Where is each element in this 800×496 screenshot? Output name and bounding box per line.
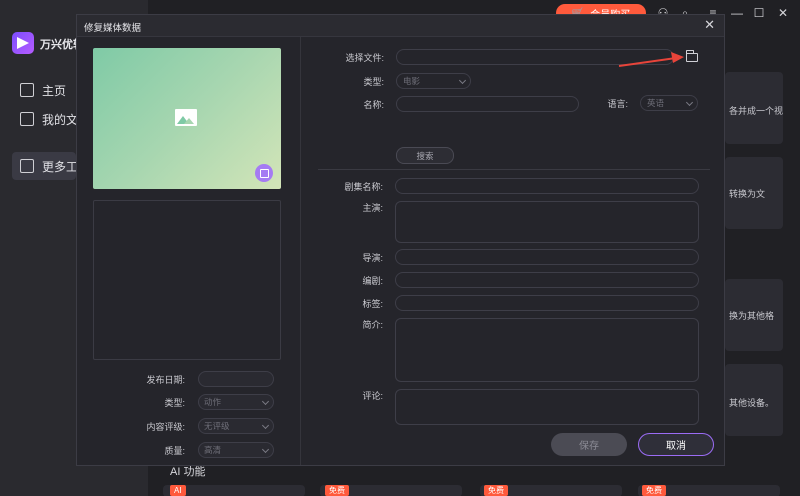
- language-select[interactable]: 英语: [640, 95, 698, 111]
- writer-row: 编剧:: [362, 272, 699, 288]
- name-input[interactable]: [396, 96, 579, 112]
- edit-cover-icon[interactable]: [255, 164, 273, 182]
- summary-row: 简介:: [362, 318, 699, 382]
- release-date-label: 发布日期:: [146, 374, 185, 385]
- tool-card-device[interactable]: 其他设备。: [725, 364, 783, 436]
- chevron-down-icon: [458, 76, 467, 85]
- free-badge: 免费: [642, 485, 666, 496]
- tool-card-convert-text[interactable]: 转换为文: [725, 157, 783, 229]
- episode-name-label: 剧集名称:: [344, 181, 383, 192]
- tool-card-convert-format[interactable]: 换为其他格: [725, 279, 783, 351]
- chevron-down-icon: [261, 421, 270, 430]
- director-input[interactable]: [395, 249, 699, 265]
- sidebar-item-label: 更多工: [42, 159, 76, 174]
- file-row: 选择文件:: [345, 49, 674, 65]
- divider: [318, 169, 710, 170]
- director-row: 导演:: [362, 249, 699, 265]
- summary-label: 简介:: [362, 320, 383, 330]
- tool-card-text: 换为其他格: [729, 311, 775, 321]
- tags-label: 标签:: [362, 298, 383, 309]
- language-label: 语言:: [607, 98, 628, 109]
- quality-label: 质量:: [164, 445, 185, 456]
- type-row: 类型: 动作: [164, 394, 274, 410]
- tool-card-text: 其他设备。: [729, 398, 775, 408]
- cast-label: 主演:: [362, 203, 383, 213]
- maximize-icon[interactable]: ☐: [752, 6, 766, 20]
- preview-box: [93, 200, 281, 360]
- chevron-down-icon: [685, 98, 694, 107]
- cancel-button[interactable]: 取消: [638, 433, 714, 456]
- sidebar-item-label: 主页: [42, 83, 67, 98]
- rating-select-value: 无评级: [204, 421, 230, 431]
- language-value: 英语: [647, 98, 665, 108]
- window-close-icon[interactable]: ✕: [776, 6, 790, 20]
- tags-row: 标签:: [362, 295, 699, 311]
- save-button[interactable]: 保存: [551, 433, 627, 456]
- sidebar-item-label: 我的文: [42, 112, 79, 127]
- app-name: 万兴优转: [40, 39, 76, 51]
- media-type-select[interactable]: 电影: [396, 73, 471, 89]
- comment-label: 评论:: [362, 391, 383, 401]
- episode-name-input[interactable]: [395, 178, 699, 194]
- metadata-form: 选择文件: 类型: 电影 名称: 语言: 英语 搜索 剧集名称: 主演: 导演:…: [302, 37, 724, 465]
- search-button[interactable]: 搜索: [396, 147, 454, 164]
- cover-thumbnail[interactable]: [93, 48, 281, 189]
- comment-textarea[interactable]: [395, 389, 699, 425]
- cast-textarea[interactable]: [395, 201, 699, 243]
- release-date-input[interactable]: [198, 371, 274, 387]
- app-logo-icon: [12, 32, 34, 54]
- free-badge: 免费: [325, 485, 349, 496]
- tags-input[interactable]: [395, 295, 699, 311]
- ai-badge: AI: [170, 485, 186, 496]
- chevron-down-icon: [261, 397, 270, 406]
- type-label: 类型:: [164, 397, 185, 408]
- type-select-value: 动作: [204, 397, 222, 407]
- writer-input[interactable]: [395, 272, 699, 288]
- tool-card-text: 各并成一个视: [729, 106, 783, 116]
- sidebar-item-more-tools[interactable]: 更多工: [12, 152, 76, 180]
- rating-select[interactable]: 无评级: [198, 418, 274, 434]
- dialog-title: 修复媒体数据: [84, 23, 142, 34]
- quality-select[interactable]: 高清: [198, 442, 274, 458]
- free-badge: 免费: [484, 485, 508, 496]
- writer-label: 编剧:: [362, 275, 383, 286]
- release-date-row: 发布日期:: [146, 371, 274, 387]
- chevron-down-icon: [261, 445, 270, 454]
- rating-label: 内容评级:: [146, 421, 185, 432]
- director-label: 导演:: [362, 252, 383, 263]
- quality-select-value: 高清: [204, 445, 222, 455]
- file-label: 选择文件:: [345, 52, 384, 63]
- episode-name-row: 剧集名称:: [344, 178, 699, 194]
- summary-textarea[interactable]: [395, 318, 699, 382]
- tool-card-text: 转换为文: [729, 189, 766, 199]
- folder-icon: [20, 112, 34, 126]
- comment-row: 评论:: [362, 389, 699, 425]
- media-type-value: 电影: [403, 76, 421, 86]
- minimize-icon[interactable]: —: [730, 6, 744, 20]
- media-type-label: 类型:: [363, 76, 384, 87]
- file-path-input[interactable]: [396, 49, 674, 65]
- fix-media-metadata-dialog: 修复媒体数据 ✕ 发布日期: 类型: 动作 内容评级: 无评级 质量: 高清 选…: [76, 14, 725, 466]
- name-row: 名称:: [363, 96, 579, 112]
- tool-card-merge[interactable]: 各并成一个视: [725, 72, 783, 144]
- cast-row: 主演:: [362, 201, 699, 243]
- close-icon[interactable]: ✕: [704, 18, 715, 32]
- folder-open-icon[interactable]: [685, 50, 698, 62]
- image-placeholder-icon: [175, 109, 197, 126]
- toolbox-icon: [20, 159, 34, 173]
- cover-panel: 发布日期: 类型: 动作 内容评级: 无评级 质量: 高清: [77, 37, 301, 465]
- media-type-row: 类型: 电影: [363, 73, 471, 89]
- home-icon: [20, 83, 34, 97]
- language-row: 语言: 英语: [607, 95, 698, 111]
- dialog-header: 修复媒体数据 ✕: [77, 15, 724, 37]
- quality-row: 质量: 高清: [164, 442, 274, 458]
- rating-row: 内容评级: 无评级: [146, 418, 274, 434]
- name-label: 名称:: [363, 99, 384, 110]
- type-select[interactable]: 动作: [198, 394, 274, 410]
